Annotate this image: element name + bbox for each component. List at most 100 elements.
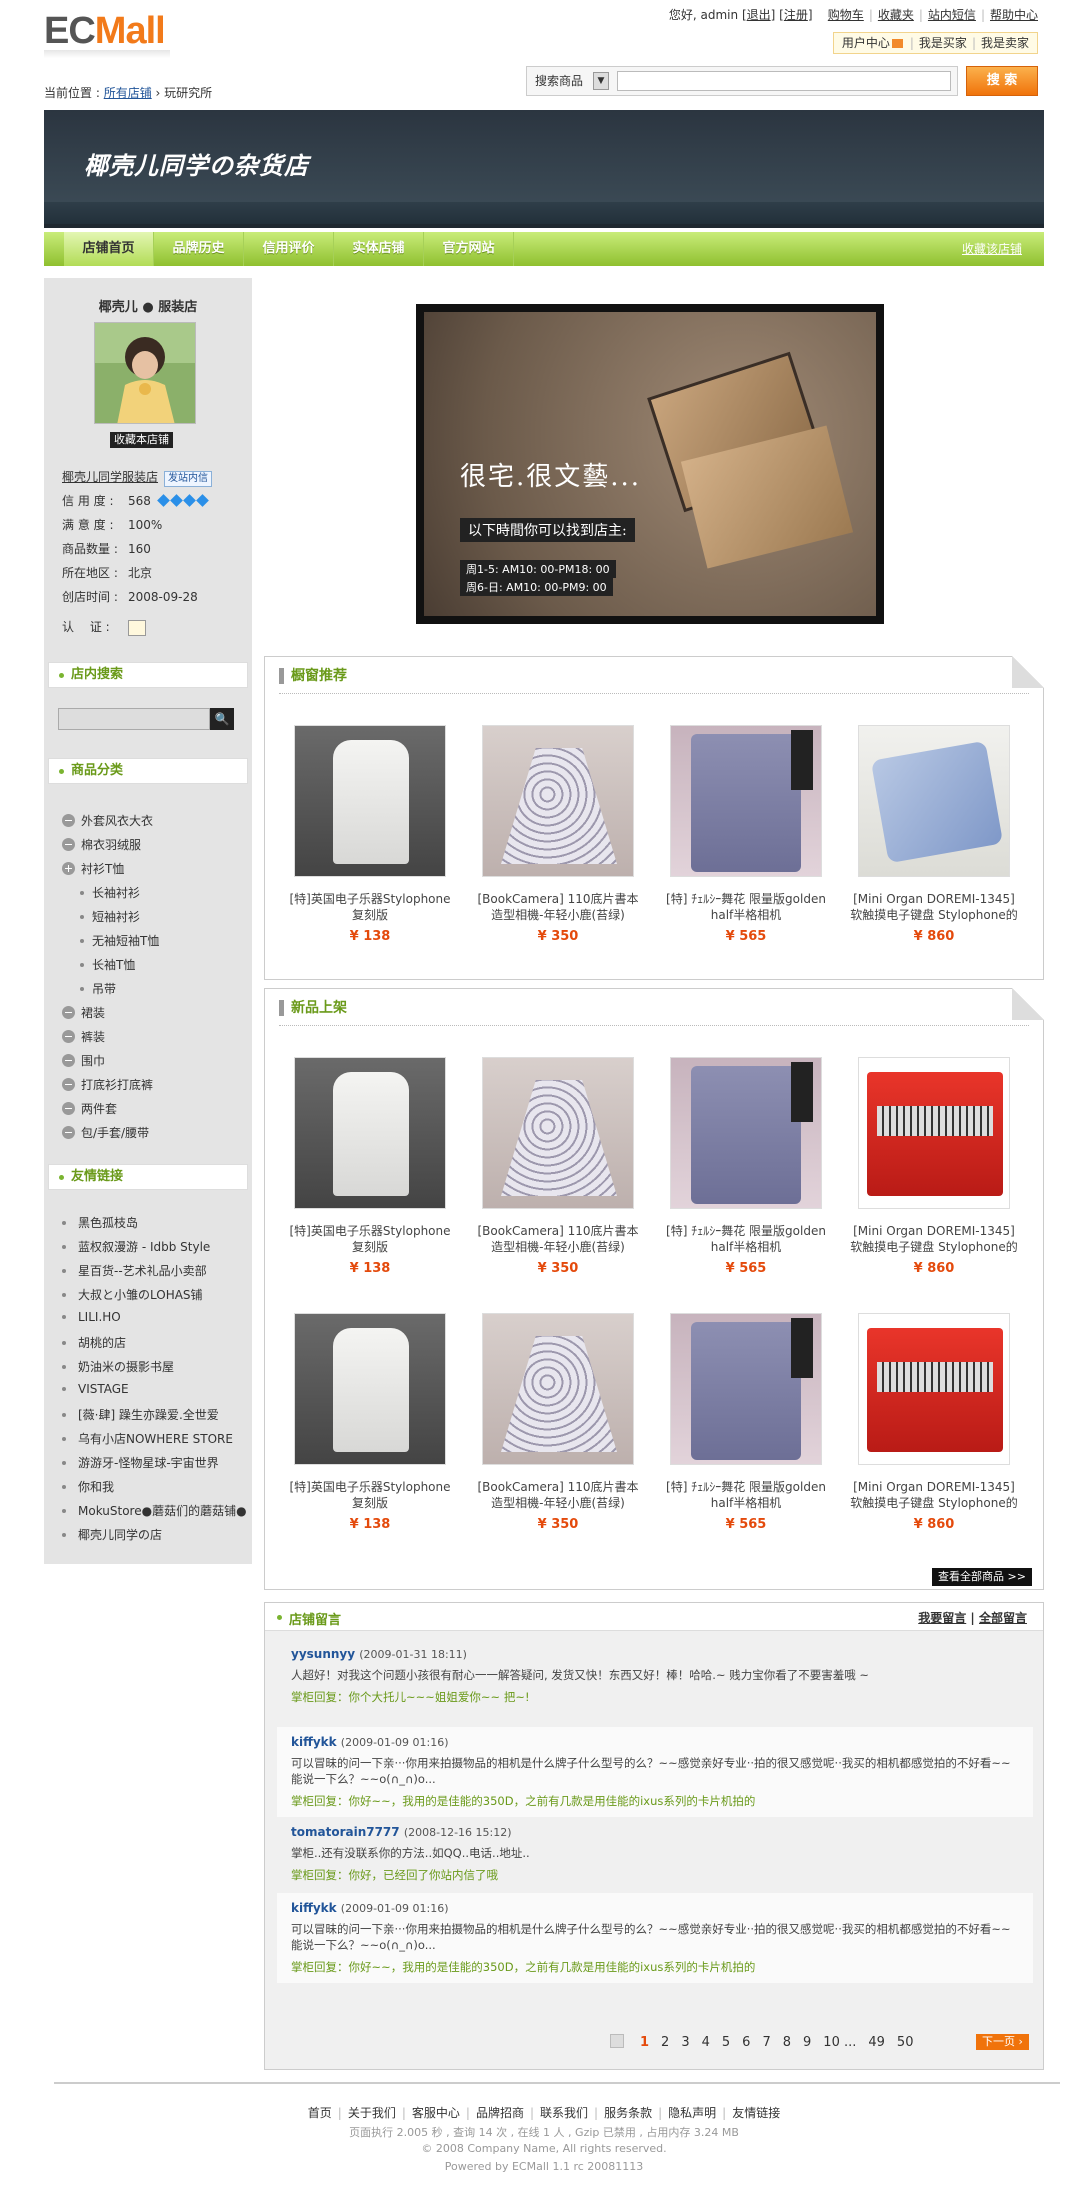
- logout-link[interactable]: 退出: [747, 8, 771, 22]
- friend-link-item[interactable]: 游游牙-怪物星球-宇宙世界: [62, 1454, 219, 1471]
- collapse-icon[interactable]: [62, 838, 75, 851]
- page-number-link[interactable]: 4: [702, 2035, 710, 2050]
- footer-link[interactable]: 品牌招商: [476, 2106, 524, 2120]
- buyer-link[interactable]: 我是买家: [919, 36, 967, 50]
- product-image[interactable]: [670, 1057, 822, 1209]
- tab-brand-history[interactable]: 品牌历史: [154, 232, 244, 266]
- collapse-icon[interactable]: [62, 1054, 75, 1067]
- friend-link-item[interactable]: 星百货--艺术礼品小卖部: [62, 1262, 207, 1279]
- subcategory-item[interactable]: 长袖T恤: [80, 956, 135, 973]
- footer-link[interactable]: 友情链接: [732, 2106, 780, 2120]
- page-number-link[interactable]: 10 ...: [823, 2035, 856, 2050]
- chevron-down-icon[interactable]: ▼: [593, 72, 609, 90]
- product-name-link[interactable]: [BookCamera] 110底片書本造型相機-年轻小鹿(苔绿): [473, 1479, 643, 1511]
- friend-link-item[interactable]: 大叔と小雏のLOHAS铺: [62, 1286, 203, 1303]
- footer-link[interactable]: 联系我们: [540, 2106, 588, 2120]
- friend-link-item[interactable]: [薇·肆] 躁生亦躁爱.全世爱: [62, 1406, 219, 1423]
- search-input[interactable]: [617, 71, 951, 91]
- product-image[interactable]: [294, 1313, 446, 1465]
- product-card[interactable]: [特] ﾁｪﾙｼｰ舞花 限量版golden half半格相机 ¥ 565: [661, 725, 831, 944]
- page-number-link[interactable]: 6: [742, 2035, 750, 2050]
- product-image[interactable]: [858, 725, 1010, 877]
- prev-page-icon[interactable]: [610, 2034, 624, 2048]
- product-card[interactable]: [特]英国电子乐器Stylophone复刻版 ¥ 138: [285, 1057, 455, 1276]
- footer-link[interactable]: 服务条款: [604, 2106, 652, 2120]
- collapse-icon[interactable]: [62, 1030, 75, 1043]
- product-image[interactable]: [858, 1313, 1010, 1465]
- page-number-link[interactable]: 50: [897, 2035, 914, 2050]
- subcategory-item[interactable]: 短袖衬衫: [80, 908, 140, 925]
- tab-physical-store[interactable]: 实体店铺: [334, 232, 424, 266]
- category-item[interactable]: 裙装: [62, 1004, 105, 1021]
- register-link[interactable]: 注册: [784, 8, 808, 22]
- friend-link-item[interactable]: 胡桃的店: [62, 1334, 126, 1351]
- comment-user-link[interactable]: tomatorain7777: [291, 1825, 400, 1839]
- category-item[interactable]: 棉衣羽绒服: [62, 836, 141, 853]
- messages-link[interactable]: 站内短信: [928, 8, 976, 22]
- friend-link-item[interactable]: LILI.HO: [62, 1310, 121, 1324]
- subcategory-item[interactable]: 吊带: [80, 980, 116, 997]
- page-number-link[interactable]: 49: [868, 2035, 885, 2050]
- category-item[interactable]: 包/手套/腰带: [62, 1124, 149, 1141]
- page-number-link[interactable]: 5: [722, 2035, 730, 2050]
- page-number-link[interactable]: 7: [762, 2035, 770, 2050]
- category-item[interactable]: 衬衫T恤: [62, 860, 124, 877]
- product-name-link[interactable]: [特] ﾁｪﾙｼｰ舞花 限量版golden half半格相机: [661, 1479, 831, 1511]
- friend-link-item[interactable]: 椰壳儿同学の店: [62, 1526, 162, 1543]
- product-image[interactable]: [858, 1057, 1010, 1209]
- category-item[interactable]: 两件套: [62, 1100, 117, 1117]
- help-link[interactable]: 帮助中心: [990, 8, 1038, 22]
- search-icon[interactable]: 🔍: [210, 708, 234, 730]
- product-card[interactable]: [特] ﾁｪﾙｼｰ舞花 限量版golden half半格相机 ¥ 565: [661, 1057, 831, 1276]
- page-number-link[interactable]: 2: [661, 2035, 669, 2050]
- page-number-link[interactable]: 1: [640, 2035, 649, 2050]
- product-name-link[interactable]: [特]英国电子乐器Stylophone复刻版: [285, 891, 455, 923]
- tab-credit-rating[interactable]: 信用评价: [244, 232, 334, 266]
- comment-user-link[interactable]: kiffykk: [291, 1735, 337, 1749]
- product-name-link[interactable]: [特]英国电子乐器Stylophone复刻版: [285, 1479, 455, 1511]
- category-item[interactable]: 打底衫打底裤: [62, 1076, 153, 1093]
- footer-link[interactable]: 隐私声明: [668, 2106, 716, 2120]
- footer-link[interactable]: 客服中心: [412, 2106, 460, 2120]
- friend-link-item[interactable]: 你和我: [62, 1478, 114, 1495]
- friend-link-item[interactable]: MokuStore●蘑菇们的蘑菇铺●: [62, 1502, 247, 1519]
- product-name-link[interactable]: [Mini Organ DOREMI-1345] 软触摸电子键盘 Styloph…: [849, 1223, 1019, 1255]
- collapse-icon[interactable]: [62, 1006, 75, 1019]
- friend-link-item[interactable]: VISTAGE: [62, 1382, 129, 1396]
- favorites-link[interactable]: 收藏夹: [878, 8, 914, 22]
- product-card[interactable]: [Mini Organ DOREMI-1345] 软触摸电子键盘 Styloph…: [849, 725, 1019, 944]
- category-item[interactable]: 外套风衣大衣: [62, 812, 153, 829]
- product-image[interactable]: [482, 1313, 634, 1465]
- favorite-this-shop-button[interactable]: 收藏本店铺: [110, 432, 173, 448]
- product-card[interactable]: [Mini Organ DOREMI-1345] 软触摸电子键盘 Styloph…: [849, 1057, 1019, 1276]
- product-card[interactable]: [BookCamera] 110底片書本造型相機-年轻小鹿(苔绿) ¥ 350: [473, 725, 643, 944]
- collapse-icon[interactable]: [62, 1126, 75, 1139]
- comment-user-link[interactable]: kiffykk: [291, 1901, 337, 1915]
- comment-user-link[interactable]: yysunnyy: [291, 1647, 355, 1661]
- category-item[interactable]: 裤装: [62, 1028, 105, 1045]
- mail-icon[interactable]: [891, 39, 903, 48]
- collapse-icon[interactable]: [62, 814, 75, 827]
- product-name-link[interactable]: [Mini Organ DOREMI-1345] 软触摸电子键盘 Styloph…: [849, 1479, 1019, 1511]
- product-name-link[interactable]: [特] ﾁｪﾙｼｰ舞花 限量版golden half半格相机: [661, 1223, 831, 1255]
- seller-link[interactable]: 我是卖家: [981, 36, 1029, 50]
- product-name-link[interactable]: [特] ﾁｪﾙｼｰ舞花 限量版golden half半格相机: [661, 891, 831, 923]
- friend-link-item[interactable]: 乌有小店NOWHERE STORE: [62, 1430, 233, 1447]
- shop-search-input[interactable]: [58, 708, 210, 730]
- cart-link[interactable]: 购物车: [828, 8, 864, 22]
- product-image[interactable]: [294, 1057, 446, 1209]
- search-button[interactable]: 搜 索: [966, 66, 1038, 96]
- product-name-link[interactable]: [BookCamera] 110底片書本造型相機-年轻小鹿(苔绿): [473, 1223, 643, 1255]
- page-number-link[interactable]: 8: [783, 2035, 791, 2050]
- product-card[interactable]: [BookCamera] 110底片書本造型相機-年轻小鹿(苔绿) ¥ 350: [473, 1057, 643, 1276]
- friend-link-item[interactable]: 蓝权叙漫游 - Idbb Style: [62, 1238, 210, 1255]
- leave-message-link[interactable]: 我要留言: [918, 1611, 966, 1625]
- product-name-link[interactable]: [BookCamera] 110底片書本造型相機-年轻小鹿(苔绿): [473, 891, 643, 923]
- all-messages-link[interactable]: 全部留言: [979, 1611, 1027, 1625]
- shop-owner-link[interactable]: 椰壳儿同学服装店: [62, 470, 158, 484]
- page-number-link[interactable]: 9: [803, 2035, 811, 2050]
- product-card[interactable]: [特]英国电子乐器Stylophone复刻版 ¥ 138: [285, 1313, 455, 1532]
- view-all-products-button[interactable]: 查看全部商品 >>: [932, 1568, 1032, 1586]
- user-center-link[interactable]: 用户中心: [842, 36, 890, 50]
- breadcrumb-all-shops-link[interactable]: 所有店铺: [104, 86, 152, 100]
